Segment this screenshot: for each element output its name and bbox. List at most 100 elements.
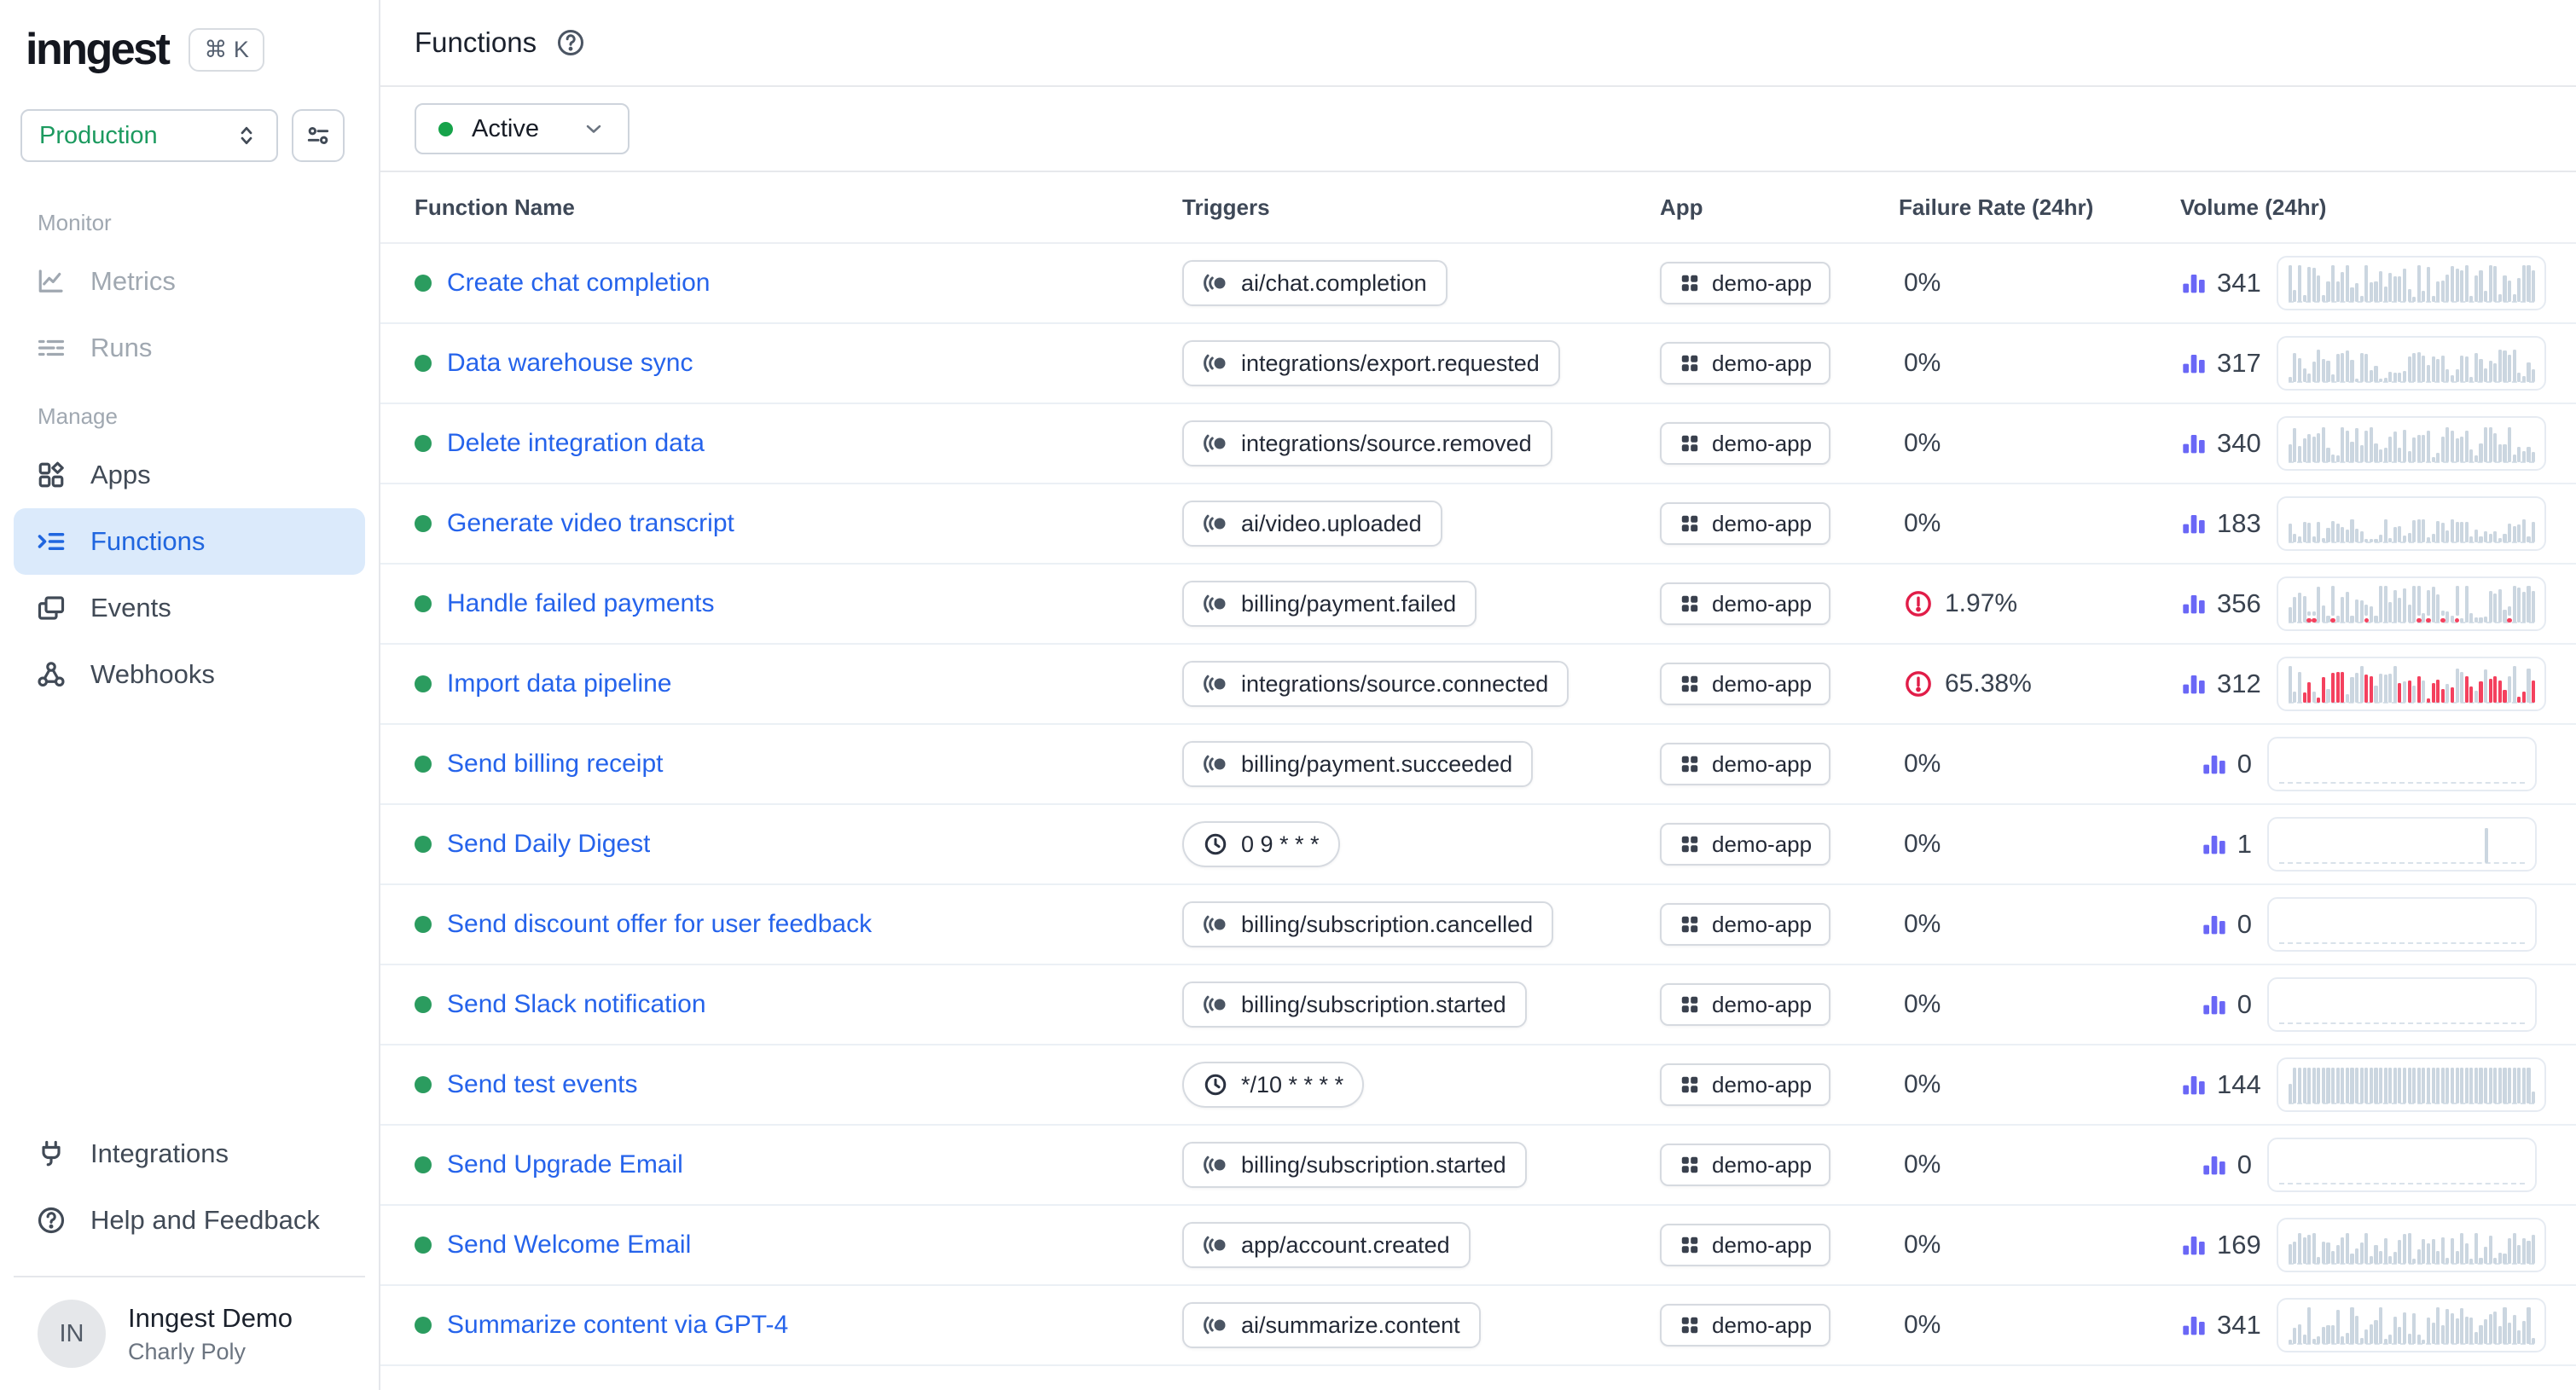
sidebar-item-functions[interactable]: Functions bbox=[14, 508, 365, 575]
command-k-shortcut[interactable]: ⌘ K bbox=[189, 28, 264, 72]
trigger-badge[interactable]: billing/payment.succeeded bbox=[1182, 741, 1533, 787]
sidebar-item-help-and-feedback[interactable]: Help and Feedback bbox=[14, 1187, 365, 1254]
app-badge[interactable]: demo-app bbox=[1660, 582, 1830, 625]
function-link[interactable]: Create chat completion bbox=[447, 269, 711, 298]
function-link[interactable]: Send Welcome Email bbox=[447, 1231, 691, 1260]
app-badge[interactable]: demo-app bbox=[1660, 502, 1830, 545]
app-badge[interactable]: demo-app bbox=[1660, 823, 1830, 866]
table-row: Send Upgrade Email billing/subscription.s… bbox=[380, 1126, 2576, 1206]
function-link[interactable]: Send Slack notification bbox=[447, 990, 706, 1019]
volume-sparkline bbox=[2277, 1057, 2546, 1112]
app-name: demo-app bbox=[1712, 1072, 1812, 1098]
trigger-badge[interactable]: billing/subscription.cancelled bbox=[1182, 901, 1553, 947]
function-link[interactable]: Summarize content via GPT-4 bbox=[447, 1311, 788, 1340]
active-status-dot bbox=[415, 1317, 432, 1334]
app-name: demo-app bbox=[1712, 350, 1812, 377]
function-link[interactable]: Send billing receipt bbox=[447, 750, 664, 779]
trigger-badge[interactable]: ai/video.uploaded bbox=[1182, 501, 1442, 547]
app-icon bbox=[1679, 1154, 1701, 1176]
app-badge[interactable]: demo-app bbox=[1660, 1144, 1830, 1186]
environment-settings-button[interactable] bbox=[292, 109, 345, 162]
active-status-dot bbox=[415, 515, 432, 532]
triggers-cell: integrations/source.connected bbox=[1182, 661, 1660, 707]
app-icon bbox=[1679, 1234, 1701, 1256]
volume-bars-icon bbox=[2201, 831, 2228, 858]
volume-cell: 0 bbox=[2180, 897, 2537, 952]
trigger-badge[interactable]: ai/summarize.content bbox=[1182, 1302, 1481, 1348]
app-name: demo-app bbox=[1712, 912, 1812, 938]
app-name: demo-app bbox=[1712, 671, 1812, 698]
function-link[interactable]: Delete integration data bbox=[447, 429, 705, 458]
status-filter-dropdown[interactable]: Active bbox=[415, 103, 629, 154]
app-name: demo-app bbox=[1712, 831, 1812, 858]
trigger-badge[interactable]: billing/payment.failed bbox=[1182, 581, 1477, 627]
trigger-badge[interactable]: ai/chat.completion bbox=[1182, 260, 1448, 306]
volume-sparkline bbox=[2277, 657, 2546, 711]
function-link[interactable]: Generate video transcript bbox=[447, 509, 734, 538]
function-link[interactable]: Handle failed payments bbox=[447, 589, 715, 618]
function-link[interactable]: Import data pipeline bbox=[447, 669, 672, 698]
sidebar-item-metrics[interactable]: Metrics bbox=[14, 248, 365, 315]
app-cell: demo-app bbox=[1660, 1144, 1899, 1186]
app-badge[interactable]: demo-app bbox=[1660, 663, 1830, 705]
function-name-cell: Send billing receipt bbox=[415, 750, 1182, 779]
sidebar-item-integrations[interactable]: Integrations bbox=[14, 1121, 365, 1187]
trigger-value: billing/subscription.started bbox=[1241, 992, 1506, 1018]
function-link[interactable]: Send Daily Digest bbox=[447, 830, 650, 859]
webhook-icon bbox=[36, 659, 67, 690]
events-icon bbox=[36, 593, 67, 623]
app-badge[interactable]: demo-app bbox=[1660, 903, 1830, 946]
sidebar-item-webhooks[interactable]: Webhooks bbox=[14, 641, 365, 708]
trigger-badge[interactable]: integrations/export.requested bbox=[1182, 340, 1560, 386]
event-trigger-icon bbox=[1203, 350, 1228, 376]
environment-select[interactable]: Production bbox=[20, 109, 278, 162]
user-row[interactable]: IN Inngest Demo Charly Poly bbox=[14, 1276, 365, 1390]
help-circle-icon[interactable] bbox=[555, 27, 586, 58]
trigger-badge[interactable]: */10 * * * * bbox=[1182, 1062, 1364, 1108]
app-badge[interactable]: demo-app bbox=[1660, 1224, 1830, 1266]
app-icon bbox=[1679, 593, 1701, 615]
active-status-dot bbox=[415, 996, 432, 1013]
event-trigger-icon bbox=[1203, 1312, 1228, 1338]
triggers-cell: ai/video.uploaded bbox=[1182, 501, 1660, 547]
app-icon bbox=[1679, 272, 1701, 294]
app-badge[interactable]: demo-app bbox=[1660, 262, 1830, 304]
function-link[interactable]: Send test events bbox=[447, 1070, 637, 1099]
trigger-value: app/account.created bbox=[1241, 1232, 1450, 1259]
trigger-badge[interactable]: app/account.created bbox=[1182, 1222, 1471, 1268]
function-name-cell: Send Upgrade Email bbox=[415, 1150, 1182, 1179]
app-badge[interactable]: demo-app bbox=[1660, 422, 1830, 465]
volume-sparkline bbox=[2277, 416, 2546, 471]
trigger-badge[interactable]: billing/subscription.started bbox=[1182, 1142, 1527, 1188]
volume-count: 356 bbox=[2180, 588, 2261, 619]
trigger-badge[interactable]: integrations/source.removed bbox=[1182, 420, 1552, 466]
event-trigger-icon bbox=[1203, 591, 1228, 617]
triggers-cell: */10 * * * * bbox=[1182, 1062, 1660, 1108]
volume-sparkline bbox=[2267, 897, 2537, 952]
volume-count: 0 bbox=[2201, 909, 2252, 940]
app-badge[interactable]: demo-app bbox=[1660, 1063, 1830, 1106]
sidebar-item-label: Runs bbox=[90, 333, 152, 363]
app-badge[interactable]: demo-app bbox=[1660, 1304, 1830, 1347]
trigger-badge[interactable]: 0 9 * * * bbox=[1182, 821, 1340, 867]
volume-cell: 317 bbox=[2180, 336, 2546, 391]
app-badge[interactable]: demo-app bbox=[1660, 342, 1830, 385]
sidebar-item-runs[interactable]: Runs bbox=[14, 315, 365, 381]
trigger-badge[interactable]: integrations/source.connected bbox=[1182, 661, 1569, 707]
event-trigger-icon bbox=[1203, 912, 1228, 937]
function-name-cell: Generate video transcript bbox=[415, 509, 1182, 538]
app-cell: demo-app bbox=[1660, 262, 1899, 304]
app-badge[interactable]: demo-app bbox=[1660, 983, 1830, 1026]
trigger-badge[interactable]: billing/subscription.started bbox=[1182, 982, 1527, 1028]
function-name-cell: Handle failed payments bbox=[415, 589, 1182, 618]
function-link[interactable]: Send Upgrade Email bbox=[447, 1150, 683, 1179]
volume-count: 1 bbox=[2201, 829, 2252, 860]
function-link[interactable]: Data warehouse sync bbox=[447, 349, 693, 378]
sidebar-item-apps[interactable]: Apps bbox=[14, 442, 365, 508]
sidebar-item-events[interactable]: Events bbox=[14, 575, 365, 641]
app-cell: demo-app bbox=[1660, 1063, 1899, 1106]
volume-value: 312 bbox=[2217, 669, 2261, 699]
app-badge[interactable]: demo-app bbox=[1660, 743, 1830, 785]
app-cell: demo-app bbox=[1660, 1224, 1899, 1266]
function-link[interactable]: Send discount offer for user feedback bbox=[447, 910, 872, 939]
